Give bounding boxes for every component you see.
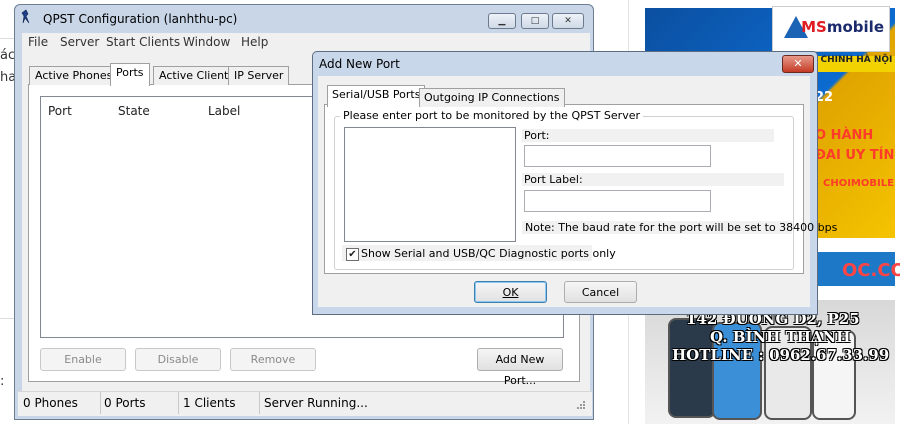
tab-active-phones[interactable]: Active Phones — [29, 66, 119, 85]
status-server: Server Running... — [264, 396, 368, 410]
maximize-button[interactable]: □ — [521, 13, 549, 29]
available-ports-list[interactable] — [344, 127, 516, 242]
background-page-left — [0, 0, 14, 424]
status-separator — [259, 392, 260, 414]
column-header-state[interactable]: State — [118, 104, 150, 118]
status-separator — [178, 392, 179, 414]
remove-button[interactable]: Remove — [230, 348, 316, 371]
column-header-label[interactable]: Label — [208, 104, 240, 118]
tab-outgoing-ip-connections[interactable]: Outgoing IP Connections — [419, 88, 565, 107]
menu-server[interactable]: Server — [60, 35, 99, 49]
diagnostic-ports-checkbox[interactable]: ✔ — [346, 248, 359, 261]
ok-button[interactable]: OK — [474, 281, 547, 303]
bg-rule — [0, 38, 14, 39]
dialog-close-button[interactable]: ✕ — [782, 55, 814, 73]
advert-line-5: CHOIMOBILE — [823, 178, 894, 189]
menu-window[interactable]: Window — [183, 35, 230, 49]
enable-button[interactable]: Enable — [40, 348, 126, 371]
groupbox-label: Please enter port to be monitored by the… — [340, 109, 644, 122]
dialog-title: Add New Port — [319, 57, 400, 71]
port-label-label: Port Label: — [524, 173, 583, 186]
advert-line-3: O HÀNH — [815, 128, 874, 143]
close-button[interactable]: ✕ — [552, 13, 584, 29]
status-ports: 0 Ports — [104, 396, 146, 410]
menu-file[interactable]: File — [28, 35, 48, 49]
advert-line-4: ĐAI UY TÍN — [815, 148, 895, 163]
add-new-port-button[interactable]: Add New Port... — [477, 348, 563, 387]
menu-start-clients[interactable]: Start Clients — [106, 35, 180, 49]
label-strip — [522, 129, 774, 142]
diagnostic-ports-checkbox-label[interactable]: Show Serial and USB/QC Diagnostic ports … — [361, 247, 616, 260]
status-clients: 1 Clients — [183, 396, 236, 410]
advert-line-1: G CHINH HÀ NỘI — [810, 55, 893, 65]
advert-site-text: OC.COM — [842, 260, 900, 281]
main-window-title: QPST Configuration (lanhthu-pc) — [43, 12, 238, 26]
port-label: Port: — [524, 129, 550, 142]
resize-grip-icon[interactable] — [574, 400, 586, 412]
phone-image — [668, 318, 716, 418]
disable-button[interactable]: Disable — [135, 348, 221, 371]
column-header-port[interactable]: Port — [48, 104, 72, 118]
bg-fragment-3: : — [0, 374, 5, 389]
tab-ports[interactable]: Ports — [110, 63, 150, 86]
bg-rule-2 — [0, 318, 14, 319]
tab-ip-server[interactable]: IP Server — [228, 66, 290, 85]
status-separator — [100, 392, 101, 414]
qpst-app-icon — [21, 9, 30, 24]
advert-district: Q. BÌNH THẠNH — [710, 328, 851, 346]
menu-help[interactable]: Help — [241, 35, 268, 49]
minimize-button[interactable]: ▁ — [488, 13, 516, 29]
baud-rate-note: Note: The baud rate for the port will be… — [525, 221, 838, 234]
port-field[interactable] — [524, 145, 711, 167]
advert-hotline: HOTLINE : 0962.67.33.99 — [672, 346, 890, 364]
msmobile-logo-text: MSmobile — [801, 18, 884, 36]
cancel-button[interactable]: Cancel — [564, 281, 637, 303]
port-label-field[interactable] — [524, 190, 711, 212]
tab-serial-usb-ports[interactable]: Serial/USB Ports — [327, 85, 426, 107]
bg-fragment-1: ác — [0, 48, 16, 63]
checkmark-icon: ✔ — [348, 249, 357, 260]
status-phones: 0 Phones — [23, 396, 78, 410]
